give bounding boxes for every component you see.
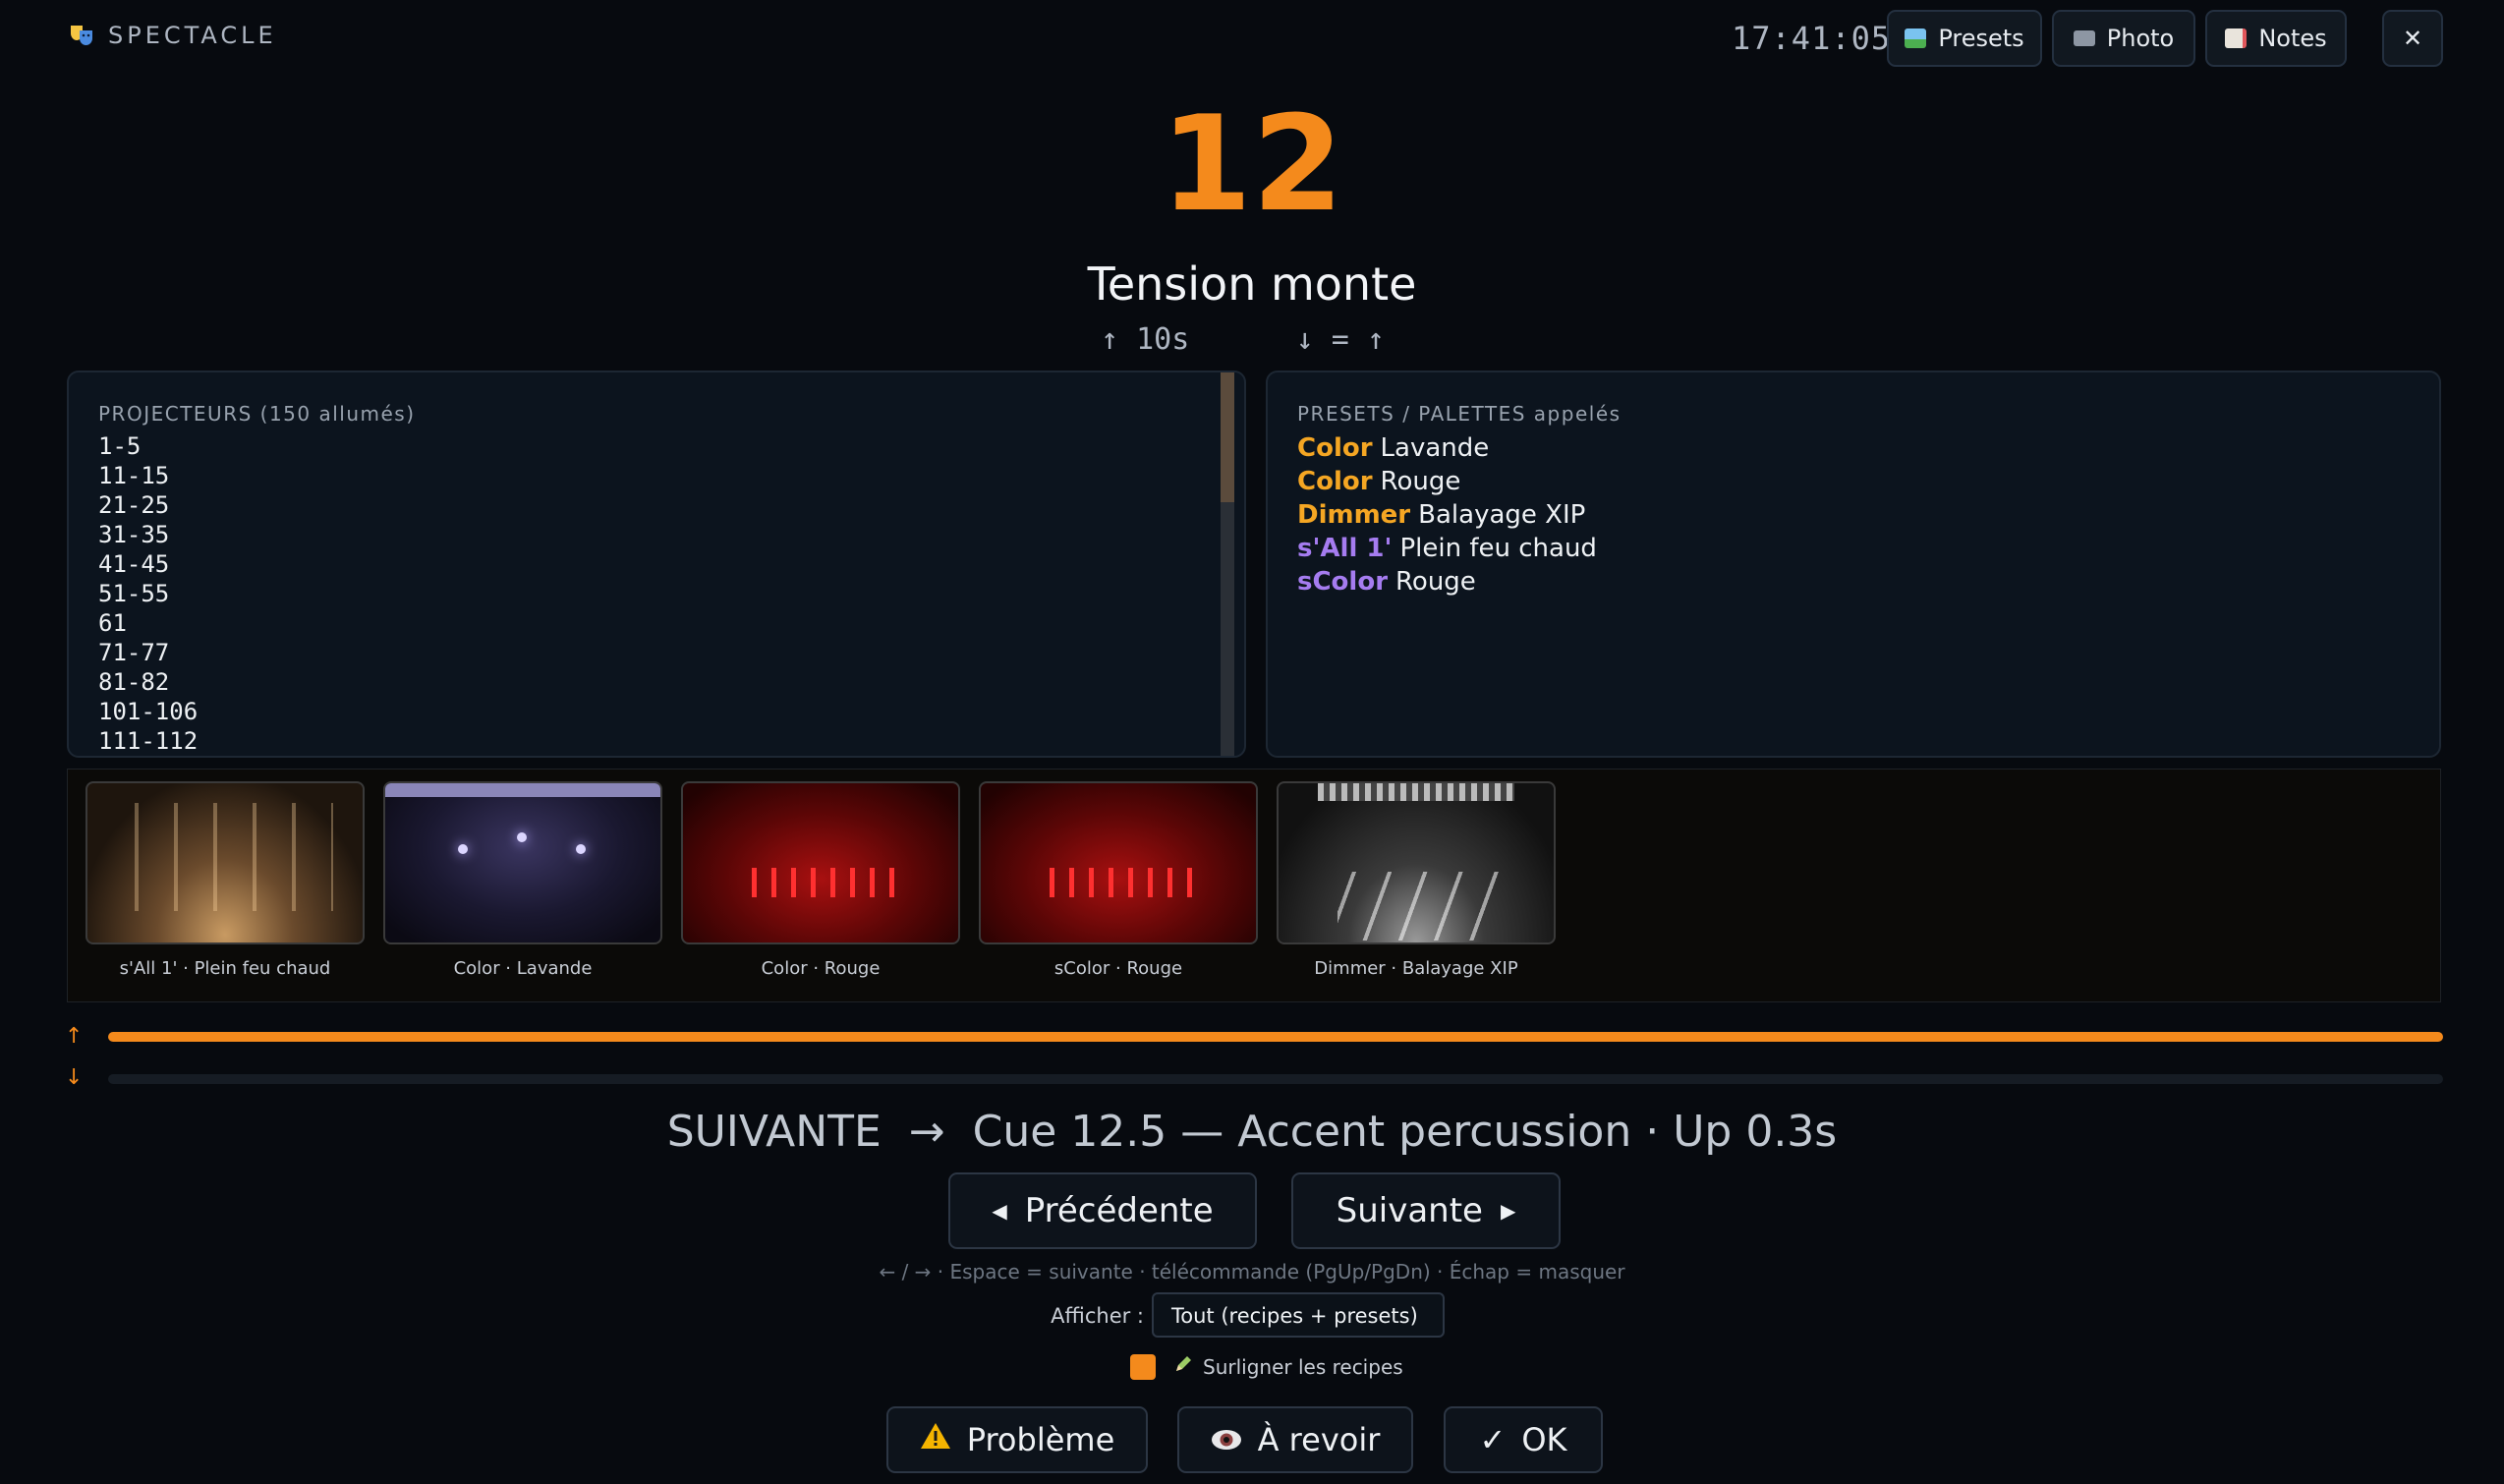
next-cue-label: Suivante <box>1336 1191 1483 1230</box>
next-cue-button[interactable]: Suivante ▶ <box>1291 1172 1561 1249</box>
presets-button[interactable]: Presets <box>1887 10 2042 67</box>
fixture-range: 71-77 <box>98 639 170 666</box>
picture-icon <box>1905 29 1927 48</box>
notes-button-label: Notes <box>2258 25 2327 52</box>
warning-icon <box>920 1421 951 1458</box>
fixture-range: 11-15 <box>98 462 170 489</box>
presets-title: PRESETS / PALETTES appelés <box>1297 402 1622 426</box>
preset-row: sColor Rouge <box>1297 565 2439 599</box>
keyboard-hint: ← / → · Espace = suivante · télécommande… <box>879 1260 1625 1284</box>
thumbnail-image <box>1277 781 1556 944</box>
next-cue-line: SUIVANTE → Cue 12.5 — Accent percussion … <box>666 1107 1838 1157</box>
preset-name: Plein feu chaud <box>1399 534 1597 563</box>
up-fade-progress <box>108 1032 2443 1042</box>
eye-icon <box>1211 1421 1242 1458</box>
close-button[interactable]: ✕ <box>2382 10 2443 67</box>
thumbnail-image <box>681 781 960 944</box>
review-label: À revoir <box>1257 1421 1381 1458</box>
notes-button[interactable]: Notes <box>2205 10 2347 67</box>
problem-button[interactable]: Problème <box>886 1406 1148 1473</box>
fixtures-list: 1-5 11-15 21-25 31-35 41-45 51-55 61 71-77 81-82… <box>98 431 1244 756</box>
ok-label: OK <box>1521 1421 1567 1458</box>
theater-masks-icon <box>69 23 94 48</box>
thumbnail-label: Color · Lavande <box>453 958 593 979</box>
preset-kind: sColor <box>1297 567 1389 597</box>
thumbnail-label: s'All 1' · Plein feu chaud <box>119 958 331 979</box>
thumbnail-warm-wash[interactable]: s'All 1' · Plein feu chaud <box>85 781 365 979</box>
thumbnail-sred[interactable]: sColor · Rouge <box>979 781 1258 979</box>
fixture-range: 61 <box>98 609 127 637</box>
fixtures-title: PROJECTEURS (150 allumés) <box>98 402 416 426</box>
cue-number: 12 <box>1160 87 1344 241</box>
thumbnail-label: Dimmer · Balayage XIP <box>1314 958 1518 979</box>
previous-cue-button[interactable]: ◀ Précédente <box>948 1172 1257 1249</box>
problem-label: Problème <box>966 1421 1115 1458</box>
fixture-range: 51-55 <box>98 580 170 607</box>
preset-row: s'All 1' Plein feu chaud <box>1297 532 2439 565</box>
thumbnail-label: sColor · Rouge <box>1053 958 1183 979</box>
pencil-icon <box>1173 1354 1193 1379</box>
presets-list: Color Lavande Color Rouge Dimmer Balayage XIP… <box>1268 431 2439 599</box>
app-brand: SPECTACLE <box>69 22 277 49</box>
fixtures-scroll-thumb[interactable] <box>1221 372 1234 502</box>
triangle-right-icon: ▶ <box>1500 1199 1516 1223</box>
thumbnail-red[interactable]: Color · Rouge <box>681 781 960 979</box>
thumbnail-sweep[interactable]: Dimmer · Balayage XIP <box>1277 781 1556 979</box>
preset-kind: s'All 1' <box>1297 534 1393 563</box>
preset-name: Lavande <box>1380 433 1490 463</box>
cue-timing: ↑ 10s ↓ = ↑ <box>1101 322 1385 357</box>
triangle-left-icon: ◀ <box>992 1199 1007 1223</box>
filter-label: Afficher : <box>1051 1304 1144 1328</box>
down-fade-arrow: ↓ <box>65 1065 84 1090</box>
fixture-range: 81-82 <box>98 668 170 696</box>
thumbnail-image <box>383 781 662 944</box>
highlight-recipes-label: Surligner les recipes <box>1203 1354 1403 1379</box>
fixture-range: 21-25 <box>98 491 170 519</box>
preset-kind: Color <box>1297 467 1373 496</box>
photo-button-label: Photo <box>2106 25 2175 52</box>
highlight-recipes-checkbox[interactable] <box>1130 1354 1156 1380</box>
photo-button[interactable]: Photo <box>2052 10 2195 67</box>
preset-kind: Color <box>1297 433 1373 463</box>
highlight-recipes-option[interactable]: Surligner les recipes <box>1173 1354 1403 1379</box>
fixtures-panel: PROJECTEURS (150 allumés) 1-5 11-15 21-25 3… <box>67 371 1246 758</box>
fixture-range: 1-5 <box>98 432 142 460</box>
preset-row: Dimmer Balayage XIP <box>1297 498 2439 532</box>
preset-name: Balayage XIP <box>1418 500 1586 530</box>
note-icon <box>2225 29 2248 48</box>
close-icon: ✕ <box>2402 25 2423 52</box>
review-button[interactable]: À revoir <box>1177 1406 1413 1473</box>
cue-name: Tension monte <box>1087 257 1417 311</box>
down-fade-progress <box>108 1074 2443 1084</box>
clock: 17:41:05 <box>1732 20 1892 57</box>
camera-icon <box>2073 30 2095 46</box>
brand-label: SPECTACLE <box>108 22 277 49</box>
thumbnail-label: Color · Rouge <box>761 958 881 979</box>
fixture-range: 41-45 <box>98 550 170 578</box>
preset-row: Color Lavande <box>1297 431 2439 465</box>
presets-button-label: Presets <box>1938 25 2024 52</box>
up-fade-arrow: ↑ <box>65 1024 84 1049</box>
thumbnail-image <box>979 781 1258 944</box>
preset-kind: Dimmer <box>1297 500 1411 530</box>
fixture-range: 111-112 <box>98 727 199 755</box>
thumbnail-lavender[interactable]: Color · Lavande <box>383 781 662 979</box>
preset-thumbnails-strip: s'All 1' · Plein feu chaud Color · Lavan… <box>67 769 2441 1002</box>
presets-panel: PRESETS / PALETTES appelés Color Lavande C… <box>1266 371 2441 758</box>
fixture-range: 31-35 <box>98 521 170 548</box>
thumbnail-image <box>85 781 365 944</box>
previous-cue-label: Précédente <box>1024 1191 1214 1230</box>
filter-select[interactable]: Tout (recipes + presets) <box>1152 1292 1445 1338</box>
preset-name: Rouge <box>1380 467 1461 496</box>
preset-name: Rouge <box>1395 567 1476 597</box>
fixture-range: 101-106 <box>98 698 199 725</box>
preset-row: Color Rouge <box>1297 465 2439 498</box>
ok-button[interactable]: ✓ OK <box>1444 1406 1603 1473</box>
checkmark-icon: ✓ <box>1479 1421 1507 1458</box>
